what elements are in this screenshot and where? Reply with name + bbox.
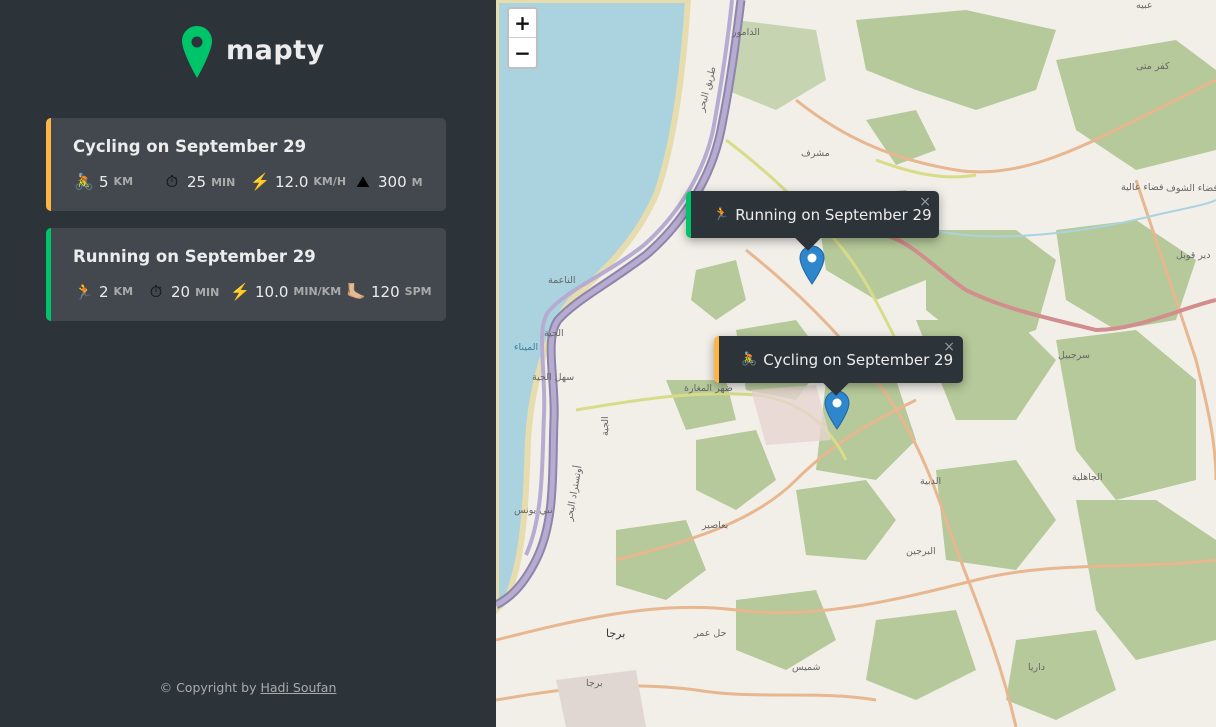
workout-pace: ⚡️ 10.0 min/km xyxy=(230,282,342,301)
workout-title: Cycling on September 29 xyxy=(73,137,307,156)
map-place-label: برجا xyxy=(606,627,626,640)
app-name: mapty xyxy=(226,35,325,66)
map-place-label: حل عمر xyxy=(694,628,727,639)
map-place-label: برجا xyxy=(586,678,603,689)
runner-icon: 🏃 xyxy=(74,282,94,301)
map-place-label: الدامور xyxy=(732,27,760,38)
zoom-control: + − xyxy=(507,7,538,69)
map-place-label: الميناء xyxy=(514,342,539,353)
lightning-icon: ⚡️ xyxy=(230,282,250,301)
foot-icon: 🦶🏼 xyxy=(346,282,366,301)
zoom-in-button[interactable]: + xyxy=(509,9,536,38)
runner-icon: 🏃 xyxy=(713,207,730,222)
workout-duration: ⏱ 25 min xyxy=(161,172,236,192)
map-place-label: عبيه xyxy=(1136,0,1153,11)
map-place-label: ضهر المغارة xyxy=(684,383,733,394)
map-place-label: الدبية xyxy=(920,476,942,487)
author-link[interactable]: Hadi Soufan xyxy=(260,680,336,695)
lightning-icon: ⚡️ xyxy=(250,172,270,191)
map-place-label: سهل الجية xyxy=(532,372,575,383)
workout-elevation: ⛰ 300 m xyxy=(352,172,422,192)
sidebar: mapty Cycling on September 29 🚴 5 km ⏱ 2… xyxy=(0,0,496,727)
map-place-label: البرجين xyxy=(906,546,936,557)
map-place-label: كفر متى xyxy=(1136,61,1170,72)
stopwatch-icon: ⏱ xyxy=(149,282,163,301)
map[interactable]: الدامور مشرف فضاء عالية فضاء الشوف عبيه … xyxy=(496,0,1216,727)
workout-distance: 🏃 2 km xyxy=(74,282,134,301)
map-place-label: نبي يونس xyxy=(514,505,553,516)
workout-item-cycling[interactable]: Cycling on September 29 🚴 5 km ⏱ 25 min … xyxy=(46,118,446,211)
map-place-label: شميس xyxy=(792,662,821,673)
close-icon[interactable]: × xyxy=(943,339,955,355)
map-place-label: الجية xyxy=(544,328,564,339)
close-icon[interactable]: × xyxy=(919,194,931,210)
workout-title: Running on September 29 xyxy=(73,247,316,266)
workout-distance: 🚴 5 km xyxy=(74,172,134,191)
map-marker-running[interactable] xyxy=(799,245,825,285)
logo: mapty xyxy=(182,26,325,78)
map-place-label: داريا xyxy=(1028,662,1045,673)
stopwatch-icon: ⏱ xyxy=(165,172,179,191)
map-place-label: الجاهلية xyxy=(1072,472,1103,483)
zoom-out-button[interactable]: − xyxy=(509,38,536,67)
map-place-label: سرجبيل xyxy=(1058,350,1091,361)
map-place-label: دير قوبل xyxy=(1176,250,1211,261)
map-place-label: الجية xyxy=(600,416,611,436)
map-place-label: فضاء الشوف xyxy=(1166,183,1216,194)
mountain-icon: ⛰ xyxy=(356,172,370,191)
workout-item-running[interactable]: Running on September 29 🏃 2 km ⏱ 20 min … xyxy=(46,228,446,321)
popup-cycling: 🚴 Cycling on September 29 × xyxy=(714,336,963,396)
map-pin-logo-icon xyxy=(182,26,212,78)
map-place-label: فضاء عالية xyxy=(1121,182,1164,193)
map-place-label: الناعمة xyxy=(548,275,576,286)
cyclist-icon: 🚴 xyxy=(74,172,94,191)
workout-speed: ⚡️ 12.0 km/h xyxy=(250,172,347,191)
popup-running: 🏃 Running on September 29 × xyxy=(686,191,939,251)
workout-cadence: 🦶🏼 120 spm xyxy=(346,282,432,301)
map-place-label: مشرف xyxy=(801,148,830,159)
map-marker-cycling[interactable] xyxy=(824,390,850,430)
copyright: © Copyright by Hadi Soufan xyxy=(159,680,337,695)
popup-text: Running on September 29 xyxy=(735,205,932,224)
workout-duration: ⏱ 20 min xyxy=(145,282,220,302)
popup-text: Cycling on September 29 xyxy=(763,350,954,369)
cyclist-icon: 🚴 xyxy=(741,352,758,367)
map-place-label: بعاصير xyxy=(702,520,729,531)
